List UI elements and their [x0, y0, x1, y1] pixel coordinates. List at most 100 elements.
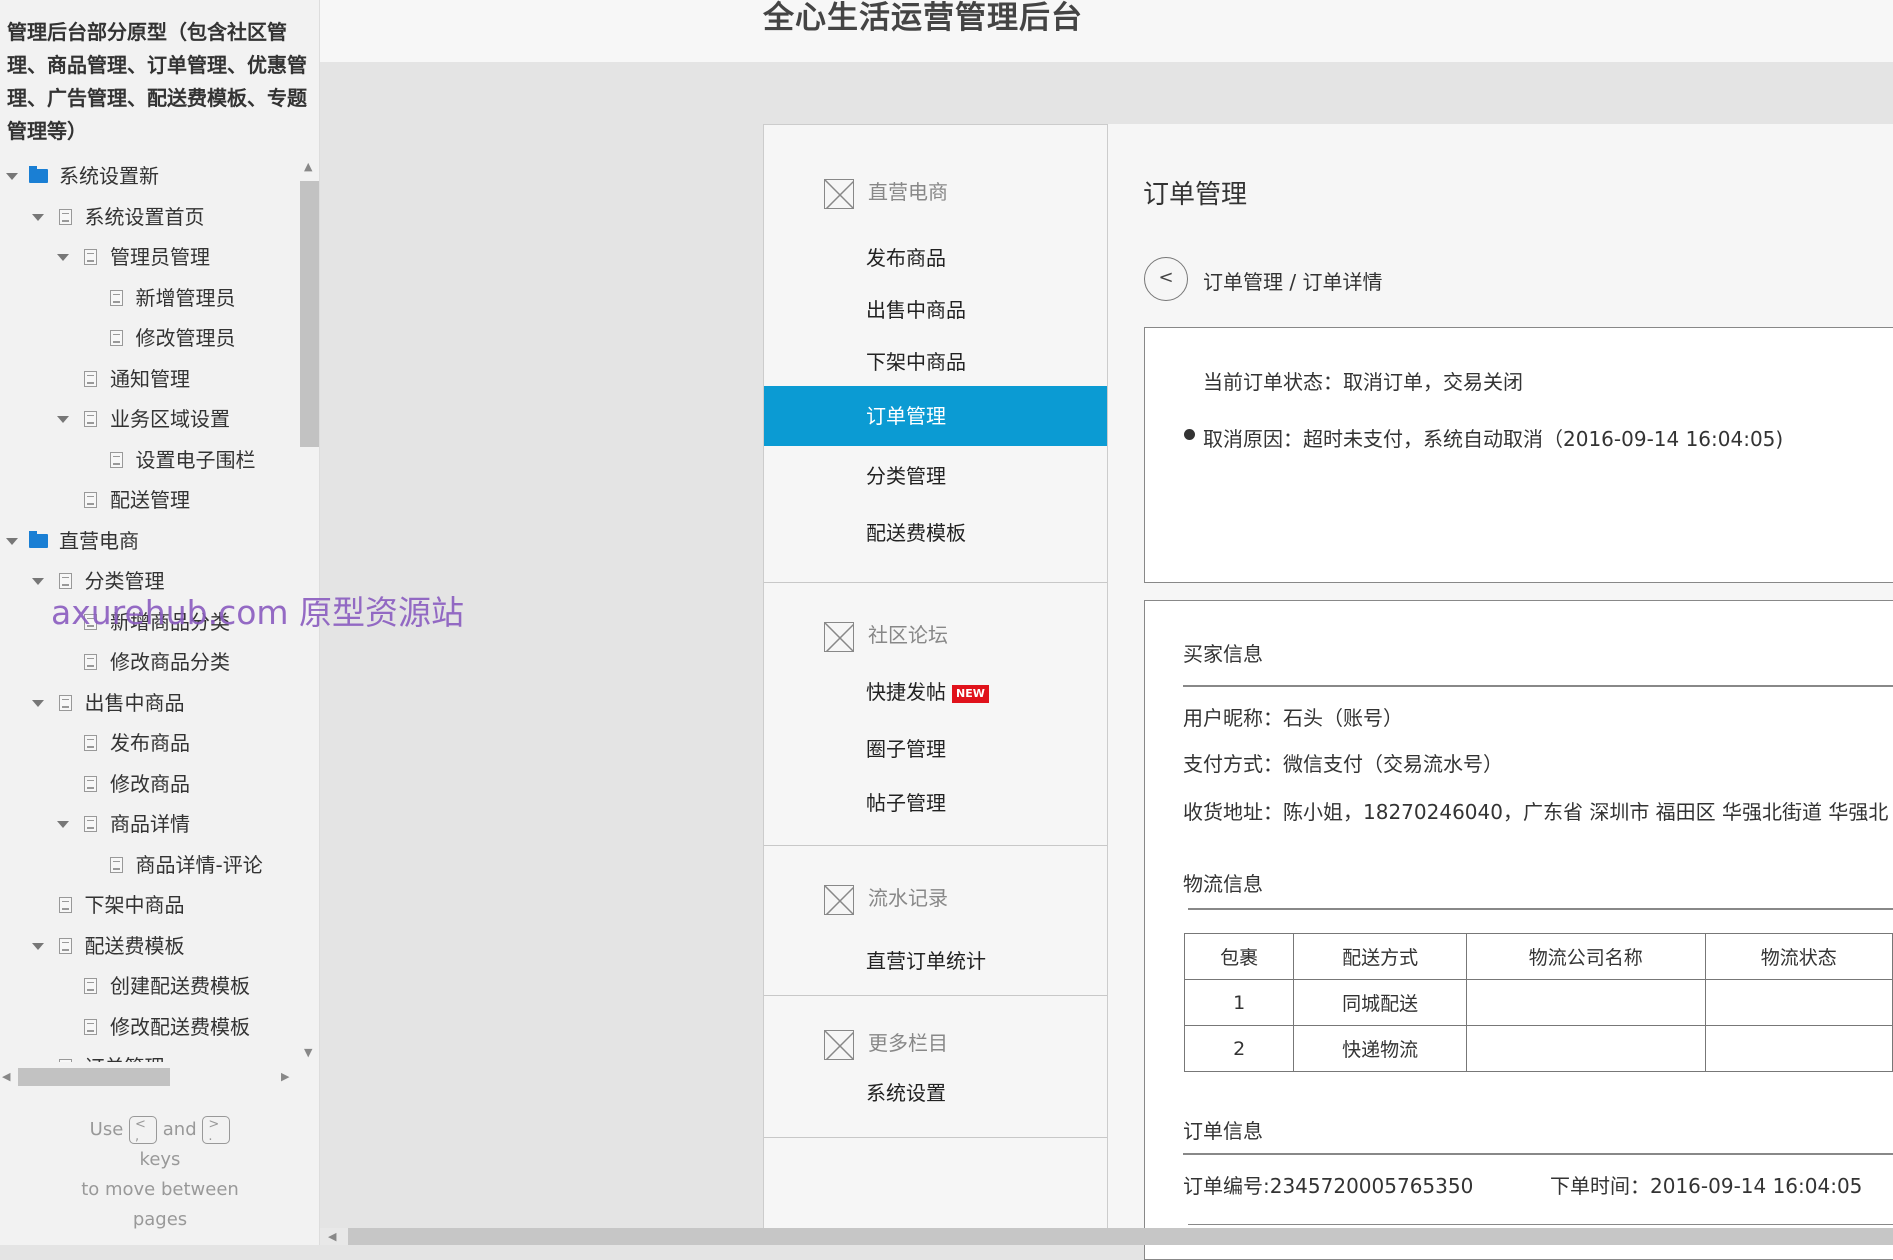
watermark: axurehub.com 原型资源站 — [51, 593, 465, 632]
order-detail-panel — [1144, 600, 1893, 1260]
nav-item-label: 快捷发帖 — [866, 680, 946, 704]
tree-item[interactable]: 通知管理 — [0, 359, 300, 399]
nav-item[interactable]: 配送费模板 — [764, 513, 1107, 553]
nav-item[interactable]: 快捷发帖 NEW — [764, 672, 1107, 712]
tree-item[interactable]: 创建配送费模板 — [0, 966, 300, 1006]
scroll-left-icon[interactable]: ◀ — [2, 1070, 10, 1083]
table-cell — [1704, 979, 1893, 1026]
caret-down-icon[interactable] — [6, 173, 18, 180]
scroll-up-icon[interactable]: ▲ — [304, 160, 312, 173]
nav-item-label: 下架中商品 — [866, 350, 966, 374]
breadcrumb: 订单管理 / 订单详情 — [1203, 270, 1383, 294]
nav-section-title: 社区论坛 — [868, 623, 948, 647]
image-placeholder-icon — [824, 621, 854, 652]
keyboard-help: Use <, and >. keys to move between pages — [0, 1115, 320, 1235]
nav-item[interactable]: 出售中商品 — [764, 290, 1107, 330]
nav-item-label: 分类管理 — [866, 464, 946, 488]
page-icon — [84, 1018, 97, 1035]
tree-item[interactable]: 订单管理 — [0, 1047, 300, 1062]
caret-down-icon[interactable] — [6, 537, 18, 545]
caret-down-icon[interactable] — [57, 416, 69, 423]
scroll-right-icon[interactable]: ▶ — [281, 1070, 289, 1083]
vertical-scroll-thumb[interactable] — [300, 181, 319, 447]
nav-item[interactable]: 下架中商品 — [764, 342, 1107, 382]
tree-item-label: 创建配送费模板 — [110, 974, 250, 998]
caret-down-icon[interactable] — [31, 578, 44, 585]
tree-item[interactable]: 修改管理员 — [0, 318, 300, 358]
scroll-left-icon[interactable]: ◀ — [320, 1228, 348, 1245]
order-status: 当前订单状态：取消订单，交易关闭 — [1203, 370, 1523, 394]
horizontal-scrollbar[interactable] — [320, 1228, 1893, 1245]
tree-item[interactable]: 新增管理员 — [0, 278, 300, 318]
table-row: 2 快递物流 — [1183, 1025, 1893, 1072]
nav-item[interactable]: 订单管理 — [764, 386, 1107, 446]
tree-item-label: 新增管理员 — [135, 285, 236, 310]
tree-item[interactable]: 系统设置新 — [0, 156, 300, 196]
help-text: pages — [132, 1209, 188, 1230]
table-cell: 2 — [1183, 1025, 1295, 1072]
tree-item-label: 出售中商品 — [84, 690, 185, 715]
tree-item[interactable]: 直营电商 — [0, 521, 300, 561]
image-placeholder-icon — [824, 178, 854, 209]
table-row: 1 同城配送 — [1183, 979, 1893, 1026]
tree-item[interactable]: 配送费模板 — [0, 926, 300, 966]
tree-item-label: 直营电商 — [59, 528, 139, 553]
page-icon — [58, 897, 72, 913]
tree-item[interactable]: 下架中商品 — [0, 885, 300, 925]
back-button[interactable]: < — [1144, 257, 1188, 301]
new-badge: NEW — [952, 684, 989, 703]
nav-item[interactable]: 帖子管理 — [764, 783, 1107, 823]
page-icon — [84, 816, 97, 832]
tree-item[interactable]: 业务区域设置 — [0, 399, 300, 439]
page-icon — [84, 249, 97, 265]
tree-item[interactable]: 配送管理 — [0, 480, 300, 520]
tree-item-label: 配送管理 — [110, 488, 190, 512]
nav-item[interactable]: 分类管理 — [764, 456, 1107, 496]
project-title: 管理后台部分原型（包含社区管理、商品管理、订单管理、优惠管理、广告管理、配送费模… — [7, 20, 307, 143]
page-icon — [58, 937, 72, 954]
tree-item[interactable]: 修改商品分类 — [0, 642, 300, 682]
nav-item[interactable]: 发布商品 — [764, 238, 1107, 278]
nav-item-label: 直营订单统计 — [866, 949, 986, 973]
nav-item-label: 出售中商品 — [866, 298, 966, 322]
side-nav: 直营电商 发布商品 出售中商品 下架中商品 订单管理 分类管理 配送费模板 社区论坛 快捷发帖 N… — [763, 124, 1108, 1228]
tree-item-label: 系统设置新 — [59, 164, 159, 188]
tree-item-label: 通知管理 — [110, 366, 190, 391]
tree-item[interactable]: 商品详情 — [0, 804, 300, 844]
nav-item[interactable]: 直营订单统计 — [764, 941, 1107, 981]
cancel-reason: 取消原因：超时未支付，系统自动取消（2016-09-14 16:04:05) — [1203, 427, 1784, 451]
caret-down-icon[interactable] — [31, 213, 44, 221]
tree-item[interactable]: 修改商品 — [0, 764, 300, 804]
nav-item-label: 圈子管理 — [866, 737, 946, 761]
tree-item-label: 下架中商品 — [84, 893, 185, 917]
tree-item-label: 发布商品 — [110, 731, 190, 755]
nav-item[interactable]: 系统设置 — [764, 1073, 1107, 1113]
caret-down-icon[interactable] — [57, 254, 69, 261]
tree-item-label: 订单管理 — [85, 1047, 165, 1062]
caret-down-icon[interactable] — [31, 942, 44, 950]
column-header: 物流公司名称 — [1465, 933, 1706, 980]
scroll-down-icon[interactable]: ▼ — [304, 1046, 312, 1059]
horizontal-scroll-thumb[interactable] — [18, 1068, 170, 1086]
tree-item-label: 修改商品分类 — [110, 650, 230, 674]
tree-item[interactable]: 商品详情-评论 — [0, 845, 300, 885]
nav-item[interactable]: 圈子管理 — [764, 729, 1107, 769]
tree-item[interactable]: 管理员管理 — [0, 237, 300, 277]
tree-item[interactable]: 发布商品 — [0, 723, 300, 763]
table-cell: 同城配送 — [1293, 979, 1467, 1026]
tree-item[interactable]: 设置电子围栏 — [0, 440, 300, 480]
caret-down-icon[interactable] — [31, 699, 44, 707]
folder-icon — [29, 530, 48, 548]
nav-item-label: 系统设置 — [866, 1081, 946, 1105]
next-key-icon: >. — [202, 1116, 231, 1144]
tree-item[interactable]: 修改配送费模板 — [0, 1007, 300, 1047]
help-text: Use — [89, 1119, 124, 1140]
tree-item[interactable]: 出售中商品 — [0, 683, 300, 723]
divider — [764, 582, 1107, 583]
column-header: 物流状态 — [1704, 933, 1893, 980]
tree-item-label: 修改配送费模板 — [110, 1014, 250, 1039]
caret-down-icon[interactable] — [57, 821, 69, 828]
tree-item-label: 系统设置首页 — [84, 204, 205, 229]
tree-item[interactable]: 系统设置首页 — [0, 197, 300, 237]
buyer-nickname: 用户昵称：石头（账号） — [1183, 706, 1403, 730]
